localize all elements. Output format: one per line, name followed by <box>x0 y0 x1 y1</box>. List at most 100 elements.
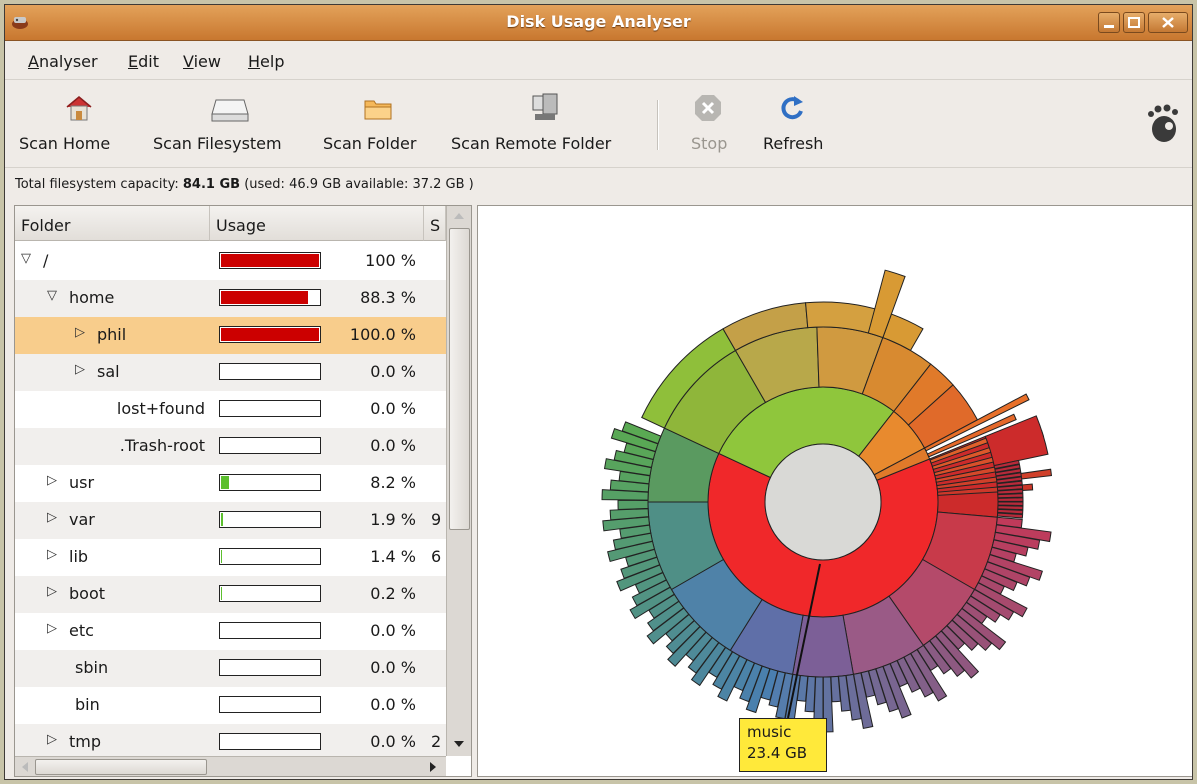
folder-icon <box>364 100 392 120</box>
expander-closed-icon[interactable]: ▷ <box>47 733 59 747</box>
usage-bar <box>219 511 321 528</box>
tooltip-folder-name: music <box>747 723 792 741</box>
folder-tree[interactable]: Folder Usage S ▽ / 100 % ▽ home 88.3 % ▷ phil 10… <box>14 205 472 777</box>
scroll-up-icon[interactable] <box>451 210 467 222</box>
size-value-partial: 6 <box>431 547 442 566</box>
title-bar[interactable]: Disk Usage Analyser <box>5 5 1192 41</box>
expander-closed-icon[interactable]: ▷ <box>47 585 59 599</box>
app-window: Disk Usage Analyser Analyser Edit View H… <box>4 4 1193 780</box>
folder-name: boot <box>69 584 106 603</box>
maximize-button[interactable] <box>1123 12 1145 33</box>
usage-percent: 0.0 % <box>370 362 416 381</box>
network-server-icon <box>532 93 558 120</box>
size-value-partial: 2 <box>431 732 442 751</box>
home-icon <box>66 96 92 121</box>
menu-help[interactable]: Help <box>248 52 284 71</box>
scroll-down-icon[interactable] <box>451 738 467 750</box>
usage-bar <box>219 252 321 269</box>
column-header-folder[interactable]: Folder <box>15 206 210 241</box>
folder-name: sal <box>97 362 120 381</box>
menu-bar: Analyser Edit View Help <box>5 41 1192 80</box>
menu-analyser[interactable]: Analyser <box>28 52 98 71</box>
folder-name: etc <box>69 621 94 640</box>
ring-center-root[interactable] <box>764 443 882 561</box>
usage-bar <box>219 363 321 380</box>
ring-segment[interactable] <box>830 675 841 703</box>
vertical-scroll-thumb[interactable] <box>449 228 470 530</box>
table-row[interactable]: ▷ usr 8.2 % <box>15 465 446 502</box>
scroll-left-icon[interactable] <box>19 760 31 774</box>
usage-percent: 0.0 % <box>370 436 416 455</box>
horizontal-scroll-thumb[interactable] <box>35 759 207 775</box>
folder-name: sbin <box>75 658 109 677</box>
toolbar: Scan Home Scan Filesystem Scan Folder Sc… <box>5 80 1192 168</box>
ring-segment[interactable] <box>997 497 1024 502</box>
column-header-size[interactable]: S <box>424 206 446 241</box>
table-row[interactable]: bin 0.0 % <box>15 687 446 724</box>
capacity-detail: (used: 46.9 GB available: 37.2 GB ) <box>244 177 474 192</box>
scroll-right-icon[interactable] <box>427 760 439 774</box>
menu-view[interactable]: View <box>183 52 221 71</box>
usage-bar <box>219 548 321 565</box>
expander-closed-icon[interactable]: ▷ <box>47 622 59 636</box>
harddisk-icon <box>211 99 249 122</box>
refresh-label: Refresh <box>763 134 824 153</box>
ring-segment[interactable] <box>997 493 1024 499</box>
table-row[interactable]: ▷ lib 1.4 % 6 <box>15 539 446 576</box>
folder-name: phil <box>97 325 127 344</box>
close-button[interactable] <box>1148 12 1188 33</box>
refresh-icon <box>781 96 803 120</box>
folder-name: usr <box>69 473 95 492</box>
expander-closed-icon[interactable]: ▷ <box>47 548 59 562</box>
vertical-scrollbar[interactable] <box>446 206 471 756</box>
usage-bar <box>219 400 321 417</box>
expander-open-icon[interactable]: ▽ <box>21 252 33 266</box>
table-row[interactable]: ▽ / 100 % <box>15 243 446 280</box>
stop-icon <box>695 95 721 121</box>
expander-closed-icon[interactable]: ▷ <box>47 511 59 525</box>
expander-closed-icon[interactable]: ▷ <box>47 474 59 488</box>
table-row[interactable]: sbin 0.0 % <box>15 650 446 687</box>
table-row[interactable]: ▷ etc 0.0 % <box>15 613 446 650</box>
ring-chart[interactable] <box>478 206 1193 777</box>
scan-folder-button[interactable]: Scan Folder <box>317 80 437 166</box>
table-row[interactable]: ▷ var 1.9 % 9 <box>15 502 446 539</box>
ring-chart-panel[interactable]: music 23.4 GB <box>477 205 1193 777</box>
usage-bar <box>219 622 321 639</box>
close-icon <box>1162 17 1174 28</box>
toolbar-separator <box>657 100 659 150</box>
scan-filesystem-button[interactable]: Scan Filesystem <box>148 80 313 166</box>
scan-home-label: Scan Home <box>19 134 111 153</box>
expander-closed-icon[interactable]: ▷ <box>75 363 87 377</box>
usage-percent: 0.2 % <box>370 584 416 603</box>
refresh-button[interactable]: Refresh <box>757 80 835 166</box>
menu-edit[interactable]: Edit <box>128 52 159 71</box>
minimize-button[interactable] <box>1098 12 1120 33</box>
column-header-usage[interactable]: Usage <box>210 206 424 241</box>
ring-segment[interactable] <box>997 501 1024 506</box>
table-row[interactable]: ▷ boot 0.2 % <box>15 576 446 613</box>
usage-bar-fill <box>221 550 223 563</box>
usage-percent: 0.0 % <box>370 621 416 640</box>
table-row[interactable]: lost+found 0.0 % <box>15 391 446 428</box>
stop-button[interactable]: Stop <box>680 80 740 166</box>
ring-segment[interactable] <box>617 499 649 511</box>
folder-name: / <box>43 251 49 270</box>
usage-bar <box>219 437 321 454</box>
folder-name: tmp <box>69 732 102 751</box>
table-row[interactable]: ▽ home 88.3 % <box>15 280 446 317</box>
scan-home-button[interactable]: Scan Home <box>13 80 145 166</box>
table-row[interactable]: .Trash-root 0.0 % <box>15 428 446 465</box>
usage-percent: 8.2 % <box>370 473 416 492</box>
minimize-icon <box>1104 25 1114 28</box>
table-row[interactable]: ▷ phil 100.0 % <box>15 317 446 354</box>
table-row[interactable]: ▷ sal 0.0 % <box>15 354 446 391</box>
capacity-total: 84.1 GB <box>182 177 241 192</box>
horizontal-scrollbar[interactable] <box>15 756 446 776</box>
usage-bar <box>219 733 321 750</box>
capacity-line: Total filesystem capacity: 84.1 GB (used… <box>15 177 474 192</box>
expander-open-icon[interactable]: ▽ <box>47 289 59 303</box>
tooltip-folder-size: 23.4 GB <box>747 744 808 762</box>
scan-remote-folder-button[interactable]: Scan Remote Folder <box>445 80 650 166</box>
expander-closed-icon[interactable]: ▷ <box>75 326 87 340</box>
